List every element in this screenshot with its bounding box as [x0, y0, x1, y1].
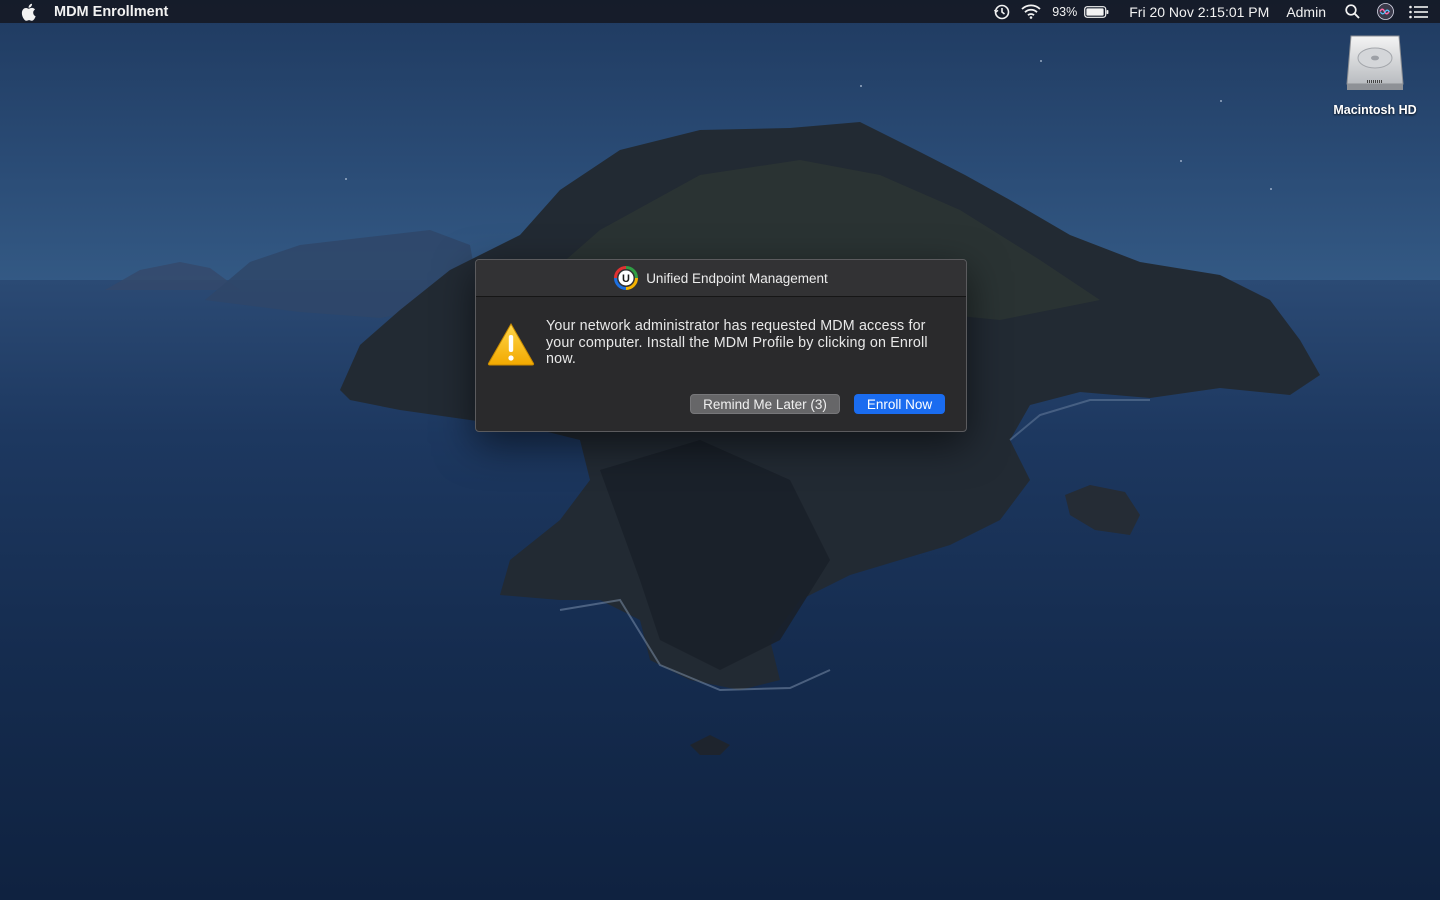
wifi-icon[interactable] — [1020, 0, 1042, 23]
battery-percent: 93% — [1052, 4, 1078, 19]
wallpaper-island — [105, 122, 1320, 755]
remind-me-later-button[interactable]: Remind Me Later (3) — [690, 394, 840, 414]
app-menu-name[interactable]: MDM Enrollment — [54, 4, 168, 20]
dialog-titlebar[interactable]: U Unified Endpoint Management — [476, 260, 966, 297]
svg-text:U: U — [622, 273, 630, 285]
uem-logo-icon: U — [614, 266, 639, 290]
desktop-macintosh-hd[interactable]: Macintosh HD — [1325, 30, 1425, 117]
mdm-enrollment-dialog: U Unified Endpoint Management Your netwo… — [475, 259, 967, 432]
drive-label: Macintosh HD — [1333, 103, 1417, 117]
hard-drive-icon — [1345, 30, 1405, 92]
user-menu[interactable]: Admin — [1286, 0, 1326, 23]
dialog-message: Your network administrator has requested… — [546, 318, 928, 367]
warning-icon — [487, 322, 535, 366]
notification-center-icon[interactable] — [1408, 0, 1428, 23]
time-machine-icon[interactable] — [992, 0, 1012, 23]
search-icon[interactable] — [1344, 0, 1360, 23]
desktop-wallpaper — [0, 0, 1440, 900]
dialog-title: Unified Endpoint Management — [646, 270, 828, 286]
menu-bar: MDM Enrollment 93% Fri 20 Nov 2:15:01 PM… — [0, 0, 1440, 23]
siri-icon[interactable] — [1376, 0, 1394, 23]
clock-datetime[interactable]: Fri 20 Nov 2:15:01 PM — [1129, 0, 1269, 23]
apple-logo-icon[interactable] — [19, 3, 37, 21]
enroll-now-button[interactable]: Enroll Now — [854, 394, 945, 414]
battery-icon[interactable] — [1083, 0, 1109, 23]
